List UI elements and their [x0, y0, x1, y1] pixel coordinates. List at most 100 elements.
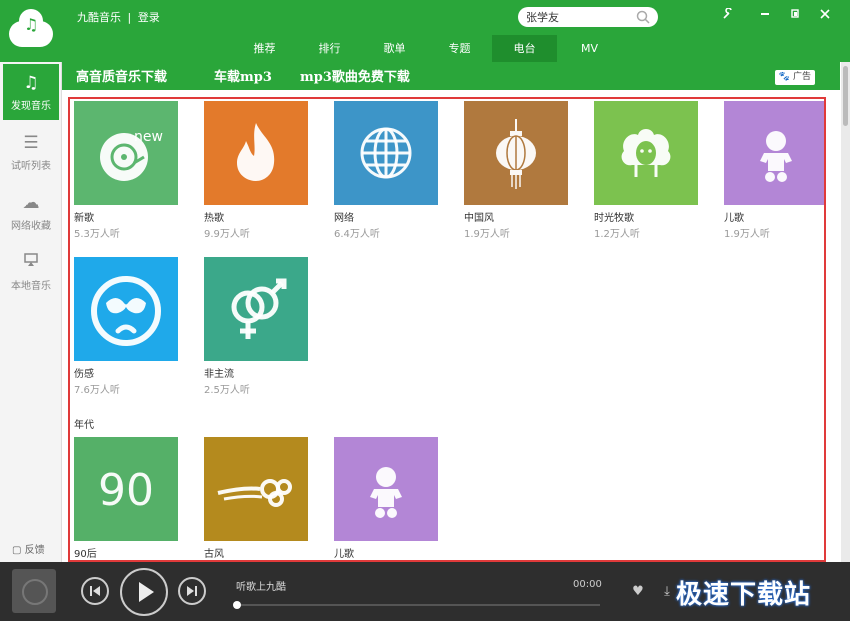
station-grid: 年代 new 新歌 5.3万人听 热歌 9.9万人听 网络 6.4万人听 中国风 1.9万人听 时…	[68, 97, 826, 562]
section-title-era: 年代	[74, 420, 94, 431]
ad-banner: 高音质音乐下载 车载mp3 mp3歌曲免费下载 🐾 广告	[62, 62, 840, 90]
title-separator: |	[127, 11, 132, 24]
restore-icon[interactable]	[787, 8, 803, 24]
tab-3[interactable]: 专题	[427, 35, 492, 62]
album-art[interactable]	[12, 569, 56, 613]
ad-badge: 🐾 广告	[774, 70, 815, 85]
sidebar-item-cloud[interactable]: ☁ 网络收藏	[0, 182, 62, 242]
search-input[interactable]	[526, 9, 631, 25]
station-cover[interactable]	[594, 101, 698, 205]
tab-0[interactable]: 推荐	[232, 35, 297, 62]
next-button[interactable]	[178, 577, 206, 605]
sidebar-item-label: 试听列表	[11, 161, 51, 172]
cloud-swirl-icon	[204, 437, 308, 541]
list-icon: ☰	[23, 133, 39, 153]
station-cover[interactable]	[204, 101, 308, 205]
feedback-link[interactable]: ▢ 反馈	[12, 541, 45, 556]
station-title[interactable]: 中国风	[464, 212, 568, 225]
station-title[interactable]: 伤感	[74, 368, 178, 381]
station-cover[interactable]	[74, 257, 178, 361]
sidebar-item-discover[interactable]: ♫ 发现音乐	[3, 64, 59, 120]
station-title[interactable]: 儿歌	[724, 212, 824, 225]
station-cover[interactable]	[724, 101, 824, 205]
station-tile[interactable]: 热歌 9.9万人听	[204, 101, 308, 241]
watermark-text: 极速下载站	[676, 580, 812, 610]
feedback-label: 反馈	[24, 545, 45, 556]
banner-link-car-mp3[interactable]: 车载mp3	[214, 66, 272, 85]
tab-4[interactable]: 电台	[492, 35, 557, 62]
app-name: 九酷音乐	[77, 11, 121, 24]
banner-link-free-mp3[interactable]: mp3歌曲免费下载	[300, 66, 410, 85]
heart-icon[interactable]: ♥	[630, 584, 646, 600]
tab-1[interactable]: 排行	[297, 35, 362, 62]
gender-icon	[204, 257, 308, 361]
app-logo: ♫	[0, 0, 62, 62]
station-title[interactable]: 网络	[334, 212, 438, 225]
baby-icon	[334, 437, 438, 541]
flame-icon	[204, 101, 308, 205]
tab-5[interactable]: MV	[557, 35, 622, 62]
station-title[interactable]: 古风	[204, 548, 308, 560]
chat-icon: ▢	[12, 545, 22, 556]
station-tile[interactable]: 伤感 7.6万人听	[74, 257, 178, 397]
scrollbar[interactable]	[841, 62, 850, 562]
close-icon[interactable]	[817, 8, 833, 24]
wrench-icon[interactable]	[720, 7, 736, 24]
station-title[interactable]: 非主流	[204, 368, 308, 381]
station-tile[interactable]: 儿歌 1.9万人听	[724, 101, 824, 241]
station-cover[interactable]	[334, 101, 438, 205]
previous-button[interactable]	[81, 577, 109, 605]
ad-label: 广告	[792, 72, 811, 82]
station-title[interactable]: 时光牧歌	[594, 212, 698, 225]
scrollbar-thumb[interactable]	[843, 66, 848, 126]
sad-face-icon	[74, 257, 178, 361]
sidebar-item-label: 网络收藏	[11, 221, 51, 232]
cd-new-icon: new	[74, 101, 178, 205]
station-listeners: 1.9万人听	[724, 229, 770, 240]
playback-time: 00:00	[573, 579, 602, 590]
station-cover[interactable]	[204, 437, 308, 541]
minimize-icon[interactable]	[757, 8, 773, 24]
station-listeners: 7.6万人听	[74, 385, 120, 396]
station-title[interactable]: 儿歌	[334, 548, 438, 560]
tab-2[interactable]: 歌单	[362, 35, 427, 62]
station-tile[interactable]: 中国风 1.9万人听	[464, 101, 568, 241]
station-title[interactable]: 热歌	[204, 212, 308, 225]
station-title[interactable]: 新歌	[74, 212, 178, 225]
banner-link-hq-download[interactable]: 高音质音乐下载	[76, 66, 167, 85]
station-tile[interactable]: new 新歌 5.3万人听	[74, 101, 178, 241]
station-listeners: 1.2万人听	[594, 229, 640, 240]
station-tile[interactable]: 古风	[204, 437, 308, 560]
station-cover[interactable]: new	[74, 101, 178, 205]
station-tile[interactable]: 非主流 2.5万人听	[204, 257, 308, 397]
globe-icon	[334, 101, 438, 205]
music-note-icon: ♫	[23, 73, 39, 93]
search-icon[interactable]	[636, 10, 650, 24]
login-link[interactable]: 登录	[138, 11, 160, 24]
progress-bar[interactable]	[233, 601, 600, 609]
station-listeners: 6.4万人听	[334, 229, 380, 240]
station-tile[interactable]: 时光牧歌 1.2万人听	[594, 101, 698, 241]
sidebar-item-playlist[interactable]: ☰ 试听列表	[0, 122, 62, 182]
svg-text:90: 90	[98, 465, 154, 516]
station-listeners: 5.3万人听	[74, 229, 120, 240]
progress-knob[interactable]	[233, 601, 241, 609]
download-icon[interactable]: ⤓	[659, 584, 675, 600]
station-cover[interactable]	[204, 257, 308, 361]
station-tile[interactable]: 网络 6.4万人听	[334, 101, 438, 241]
station-title[interactable]: 90后	[74, 548, 178, 560]
station-cover[interactable]: 90	[74, 437, 178, 541]
now-playing-title: 听歌上九酷	[236, 582, 286, 593]
sidebar-item-local[interactable]: 本地音乐	[0, 242, 62, 302]
title-bar: ♫ 九酷音乐 | 登录 推荐排行歌单专题电台MV	[0, 0, 850, 62]
station-cover[interactable]	[464, 101, 568, 205]
sheep-icon	[594, 101, 698, 205]
play-button[interactable]	[120, 568, 168, 616]
station-listeners: 2.5万人听	[204, 385, 250, 396]
station-cover[interactable]	[334, 437, 438, 541]
station-listeners: 1.9万人听	[464, 229, 510, 240]
main-tabs: 推荐 排行 歌单 专题 电台 MV	[232, 35, 622, 62]
station-tile[interactable]: 90 90后	[74, 437, 178, 560]
ninety-icon: 90	[74, 437, 178, 541]
station-tile[interactable]: 儿歌	[334, 437, 438, 560]
